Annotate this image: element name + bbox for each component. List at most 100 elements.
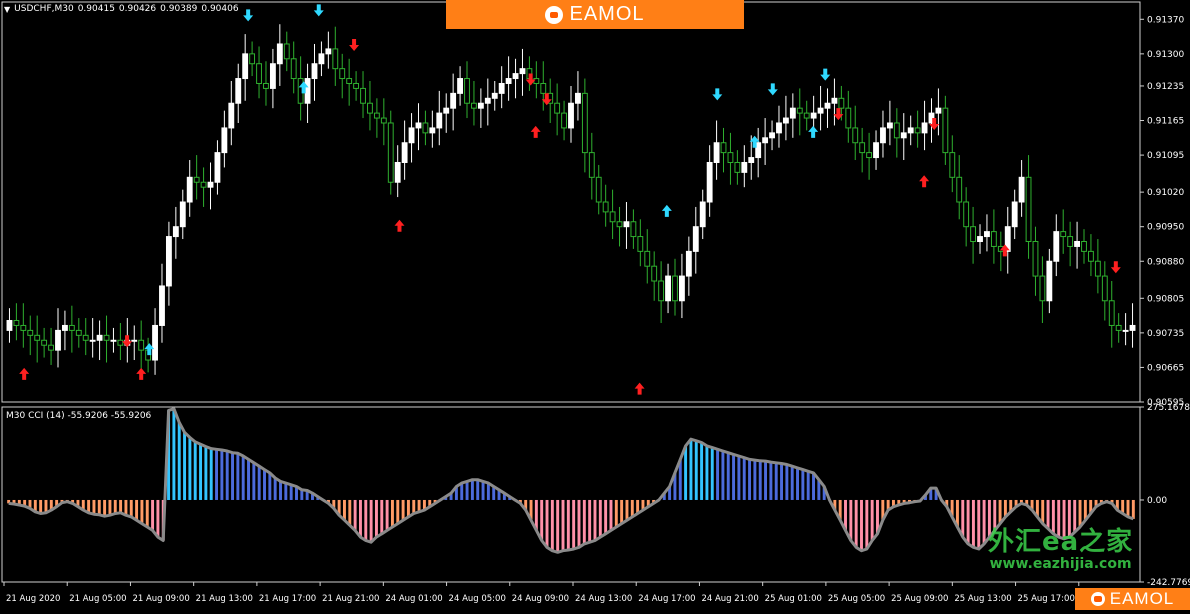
candle-body [963, 201, 970, 228]
candle-body [824, 102, 831, 109]
candle-body [1011, 201, 1018, 228]
cci-tick-label: -242.7769 [1147, 578, 1190, 588]
candle-body [977, 236, 983, 243]
signal-arrow-down-red [1110, 261, 1121, 274]
chart-canvas[interactable]: 0.91370 0.91300 0.91235 0.91165 0.91095 0.910… [0, 0, 1190, 610]
candle-body [332, 48, 339, 70]
candle-body [623, 221, 630, 228]
candle-body [415, 122, 422, 129]
signal-arrow-up-red [136, 367, 147, 380]
time-tick-label: 21 Aug 17:00 [259, 594, 316, 604]
ohlc-close: 0.90406 [201, 4, 239, 14]
candle-body [706, 161, 713, 203]
candle-body [242, 53, 249, 80]
cci-tick-label: 275.1678 [1147, 403, 1190, 413]
signal-arrow-down-cyan [313, 4, 324, 17]
candle-body [595, 176, 602, 203]
candle-body [1094, 260, 1101, 277]
time-tick-label: 21 Aug 13:00 [196, 594, 253, 604]
candle-body [866, 152, 873, 159]
candle-body [360, 87, 366, 104]
time-tick-label: 24 Aug 05:00 [449, 594, 506, 604]
candle-body [380, 117, 387, 124]
main-pane-border [1, 1, 1141, 403]
time-tick-label: 24 Aug 17:00 [638, 594, 695, 604]
candle-body [235, 78, 242, 104]
candle-body [1122, 329, 1129, 332]
candle-body [713, 142, 720, 163]
signal-arrow-down-red [122, 335, 133, 348]
candle-body [41, 339, 48, 346]
candle-body [1081, 241, 1087, 252]
candle-body [692, 226, 699, 252]
candle-body [568, 102, 574, 129]
candle-body [436, 112, 443, 129]
candle-body [325, 48, 332, 55]
candle-body [789, 107, 796, 119]
candle-body [387, 122, 394, 183]
candle-body [907, 127, 914, 134]
watermark: 外汇ea之家 www.eazhijia.com [988, 528, 1133, 572]
brand-text-top: EAMOL [569, 3, 645, 25]
signal-arrow-up-red [919, 175, 930, 188]
candle-body [471, 102, 477, 109]
signal-arrow-up-red [394, 219, 405, 232]
candle-body [256, 63, 262, 84]
candle-body [970, 226, 977, 243]
candle-body [658, 280, 665, 302]
price-tick-label: 0.91235 [1147, 82, 1184, 92]
candle-body [429, 127, 436, 134]
candle-body [505, 78, 512, 84]
candle-body [935, 107, 942, 114]
candle-body [276, 43, 283, 65]
time-tick-label: 21 Aug 2020 [6, 594, 60, 604]
candle-body [720, 142, 727, 154]
candle-body [82, 334, 89, 341]
candle-body [172, 226, 179, 238]
candle-body [831, 97, 838, 104]
candle-body [685, 250, 692, 277]
price-tick-label: 0.91095 [1147, 151, 1184, 161]
candle-body [1018, 176, 1025, 203]
candle-body [221, 127, 228, 154]
time-tick-label: 25 Aug 09:00 [891, 594, 948, 604]
brand-text-bottom: EAMOL [1109, 589, 1175, 608]
candle-body [581, 92, 588, 154]
candle-body [408, 127, 415, 144]
candle-body [616, 221, 623, 228]
candle-body [803, 112, 810, 119]
candle-body [373, 112, 380, 119]
symbol-timeframe: USDCHF,M30 [14, 4, 74, 14]
chart-window[interactable]: 0.91370 0.91300 0.91235 0.91165 0.91095 0.910… [0, 0, 1190, 610]
candle-body [394, 161, 401, 183]
candle-body [193, 176, 200, 183]
signal-arrow-down-cyan [243, 9, 254, 22]
candle-body [1074, 241, 1080, 247]
candle-body [165, 236, 172, 287]
price-tick-label: 0.90665 [1147, 363, 1184, 373]
candle-body [990, 231, 997, 247]
candle-body [457, 78, 464, 94]
chevron-down-icon[interactable]: ▼ [4, 5, 10, 14]
time-tick-label: 21 Aug 21:00 [322, 594, 379, 604]
candle-body [20, 324, 27, 331]
signal-arrow-down-cyan [712, 88, 723, 101]
brand-banner-bottom: EAMOL [1075, 588, 1190, 610]
candle-body [817, 107, 824, 114]
candle-body [561, 112, 567, 129]
candle-body [96, 334, 103, 341]
candle-body [845, 107, 852, 129]
candle-body [949, 152, 956, 178]
candle-body [263, 82, 269, 89]
candle-body [796, 107, 803, 114]
price-tick-label: 0.91165 [1147, 117, 1184, 127]
candle-body [152, 324, 158, 361]
candle-body [533, 78, 540, 84]
candle-body [984, 231, 990, 238]
candle-body [602, 201, 609, 213]
candle-body [637, 236, 644, 252]
candle-body [1053, 231, 1060, 262]
candle-body [900, 132, 907, 139]
candle-body [519, 68, 526, 75]
candle-body [942, 107, 949, 154]
